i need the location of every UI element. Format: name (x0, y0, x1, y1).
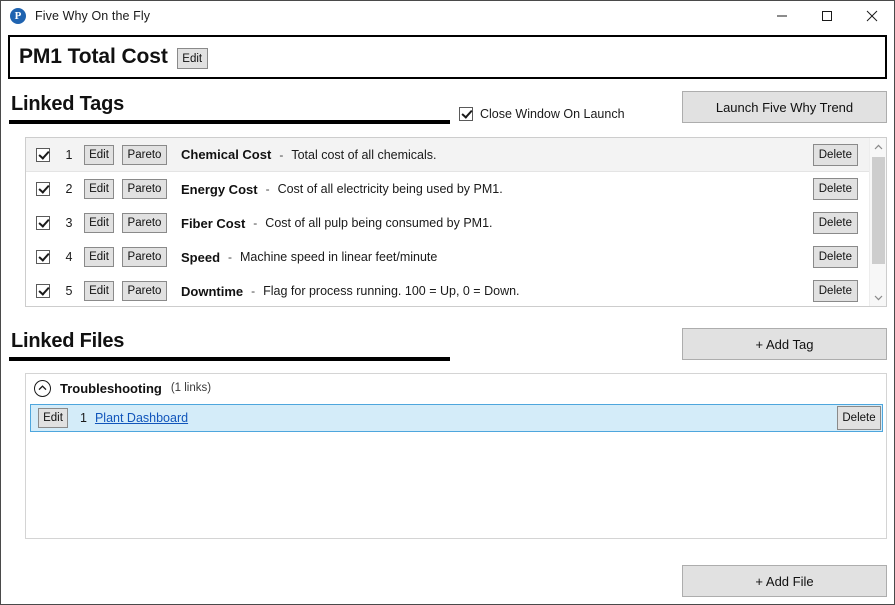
tag-pareto-button[interactable]: Pareto (122, 179, 167, 199)
table-row[interactable]: 4 Edit Pareto Speed - Machine speed in l… (26, 240, 886, 274)
linked-files-section-header: Linked Files (9, 330, 450, 361)
linked-tags-rule (9, 120, 450, 124)
tag-index: 1 (65, 147, 73, 162)
app-window: P Five Why On the Fly PM1 Total Cost Edi… (0, 0, 895, 605)
maximize-icon[interactable] (804, 1, 849, 31)
tag-separator: - (265, 182, 270, 196)
add-tag-button[interactable]: + Add Tag (682, 328, 887, 360)
file-group-name: Troubleshooting (60, 380, 162, 396)
tag-description: Machine speed in linear feet/minute (240, 250, 438, 264)
file-delete-button[interactable]: Delete (837, 406, 881, 430)
file-edit-button[interactable]: Edit (38, 408, 68, 428)
file-link[interactable]: Plant Dashboard (95, 411, 188, 425)
close-icon[interactable] (849, 1, 894, 31)
tag-name: Fiber Cost (181, 215, 246, 231)
table-row[interactable]: 3 Edit Pareto Fiber Cost - Cost of all p… (26, 206, 886, 240)
scroll-down-icon[interactable] (870, 289, 886, 306)
tag-delete-button[interactable]: Delete (812, 178, 858, 200)
minimize-icon[interactable] (759, 1, 804, 31)
tag-index: 4 (65, 250, 73, 264)
tag-checkbox[interactable] (36, 284, 50, 298)
tag-checkbox[interactable] (36, 182, 50, 196)
file-group-count: (1 links) (170, 382, 212, 394)
tag-index: 3 (65, 216, 73, 230)
close-on-launch-checkbox[interactable] (459, 107, 473, 121)
table-row[interactable]: 2 Edit Pareto Energy Cost - Cost of all … (26, 172, 886, 206)
page-title: PM1 Total Cost (19, 45, 168, 68)
tag-index: 5 (65, 284, 73, 298)
header-edit-button[interactable]: Edit (176, 48, 208, 69)
tag-edit-button[interactable]: Edit (84, 213, 114, 233)
tag-index: 2 (65, 182, 73, 196)
tag-pareto-button[interactable]: Pareto (122, 247, 167, 267)
launch-five-why-trend-button[interactable]: Launch Five Why Trend (682, 91, 887, 123)
tag-edit-button[interactable]: Edit (84, 281, 114, 301)
window-title: Five Why On the Fly (35, 9, 151, 23)
table-row[interactable]: 5 Edit Pareto Downtime - Flag for proces… (26, 274, 886, 306)
app-logo-p-icon: P (10, 8, 26, 24)
close-on-launch-label: Close Window On Launch (480, 107, 625, 121)
tag-description: Cost of all pulp being consumed by PM1. (265, 216, 493, 230)
linked-files-panel: Troubleshooting (1 links) Edit 1 Plant D… (25, 373, 887, 539)
linked-files-rule (9, 357, 450, 361)
tag-edit-button[interactable]: Edit (84, 179, 114, 199)
linked-tags-heading: Linked Tags (11, 93, 125, 115)
tag-delete-button[interactable]: Delete (812, 246, 858, 268)
tag-pareto-button[interactable]: Pareto (122, 144, 167, 165)
add-file-button[interactable]: + Add File (682, 565, 887, 597)
title-bar: P Five Why On the Fly (1, 1, 894, 31)
tag-delete-button[interactable]: Delete (812, 212, 858, 234)
tag-delete-button[interactable]: Delete (812, 143, 858, 166)
tag-description: Cost of all electricity being used by PM… (277, 182, 503, 196)
tags-scrollbar[interactable] (869, 138, 886, 306)
tag-name: Speed (181, 249, 221, 265)
tag-description: Flag for process running. 100 = Up, 0 = … (263, 284, 520, 298)
tag-checkbox[interactable] (36, 147, 50, 162)
tag-checkbox[interactable] (36, 216, 50, 230)
header-banner: PM1 Total Cost Edit (8, 35, 887, 79)
tag-edit-button[interactable]: Edit (84, 144, 114, 165)
close-on-launch-row[interactable]: Close Window On Launch (459, 107, 625, 121)
file-index: 1 (80, 411, 87, 425)
tag-name: Downtime (181, 283, 244, 299)
table-row[interactable]: 1 Edit Pareto Chemical Cost - Total cost… (26, 138, 886, 172)
tag-pareto-button[interactable]: Pareto (122, 213, 167, 233)
tag-delete-button[interactable]: Delete (812, 280, 858, 302)
tag-separator: - (251, 284, 256, 298)
tag-name: Energy Cost (181, 181, 258, 197)
tag-separator: - (279, 147, 284, 162)
list-item[interactable]: Edit 1 Plant Dashboard Delete (30, 404, 883, 432)
tag-edit-button[interactable]: Edit (84, 247, 114, 267)
file-group-header[interactable]: Troubleshooting (1 links) (26, 374, 886, 402)
window-controls (759, 1, 894, 31)
linked-files-heading: Linked Files (11, 330, 125, 352)
tag-pareto-button[interactable]: Pareto (122, 281, 167, 301)
linked-tags-section-header: Linked Tags (9, 93, 450, 124)
chevron-up-circle-icon[interactable] (34, 379, 51, 397)
tag-separator: - (228, 250, 233, 264)
tag-name: Chemical Cost (181, 147, 272, 162)
scrollbar-thumb[interactable] (872, 157, 885, 264)
tag-description: Total cost of all chemicals. (291, 147, 437, 162)
tag-checkbox[interactable] (36, 250, 50, 264)
linked-tags-panel: 1 Edit Pareto Chemical Cost - Total cost… (25, 137, 887, 307)
tag-separator: - (253, 216, 258, 230)
scroll-up-icon[interactable] (870, 138, 886, 155)
